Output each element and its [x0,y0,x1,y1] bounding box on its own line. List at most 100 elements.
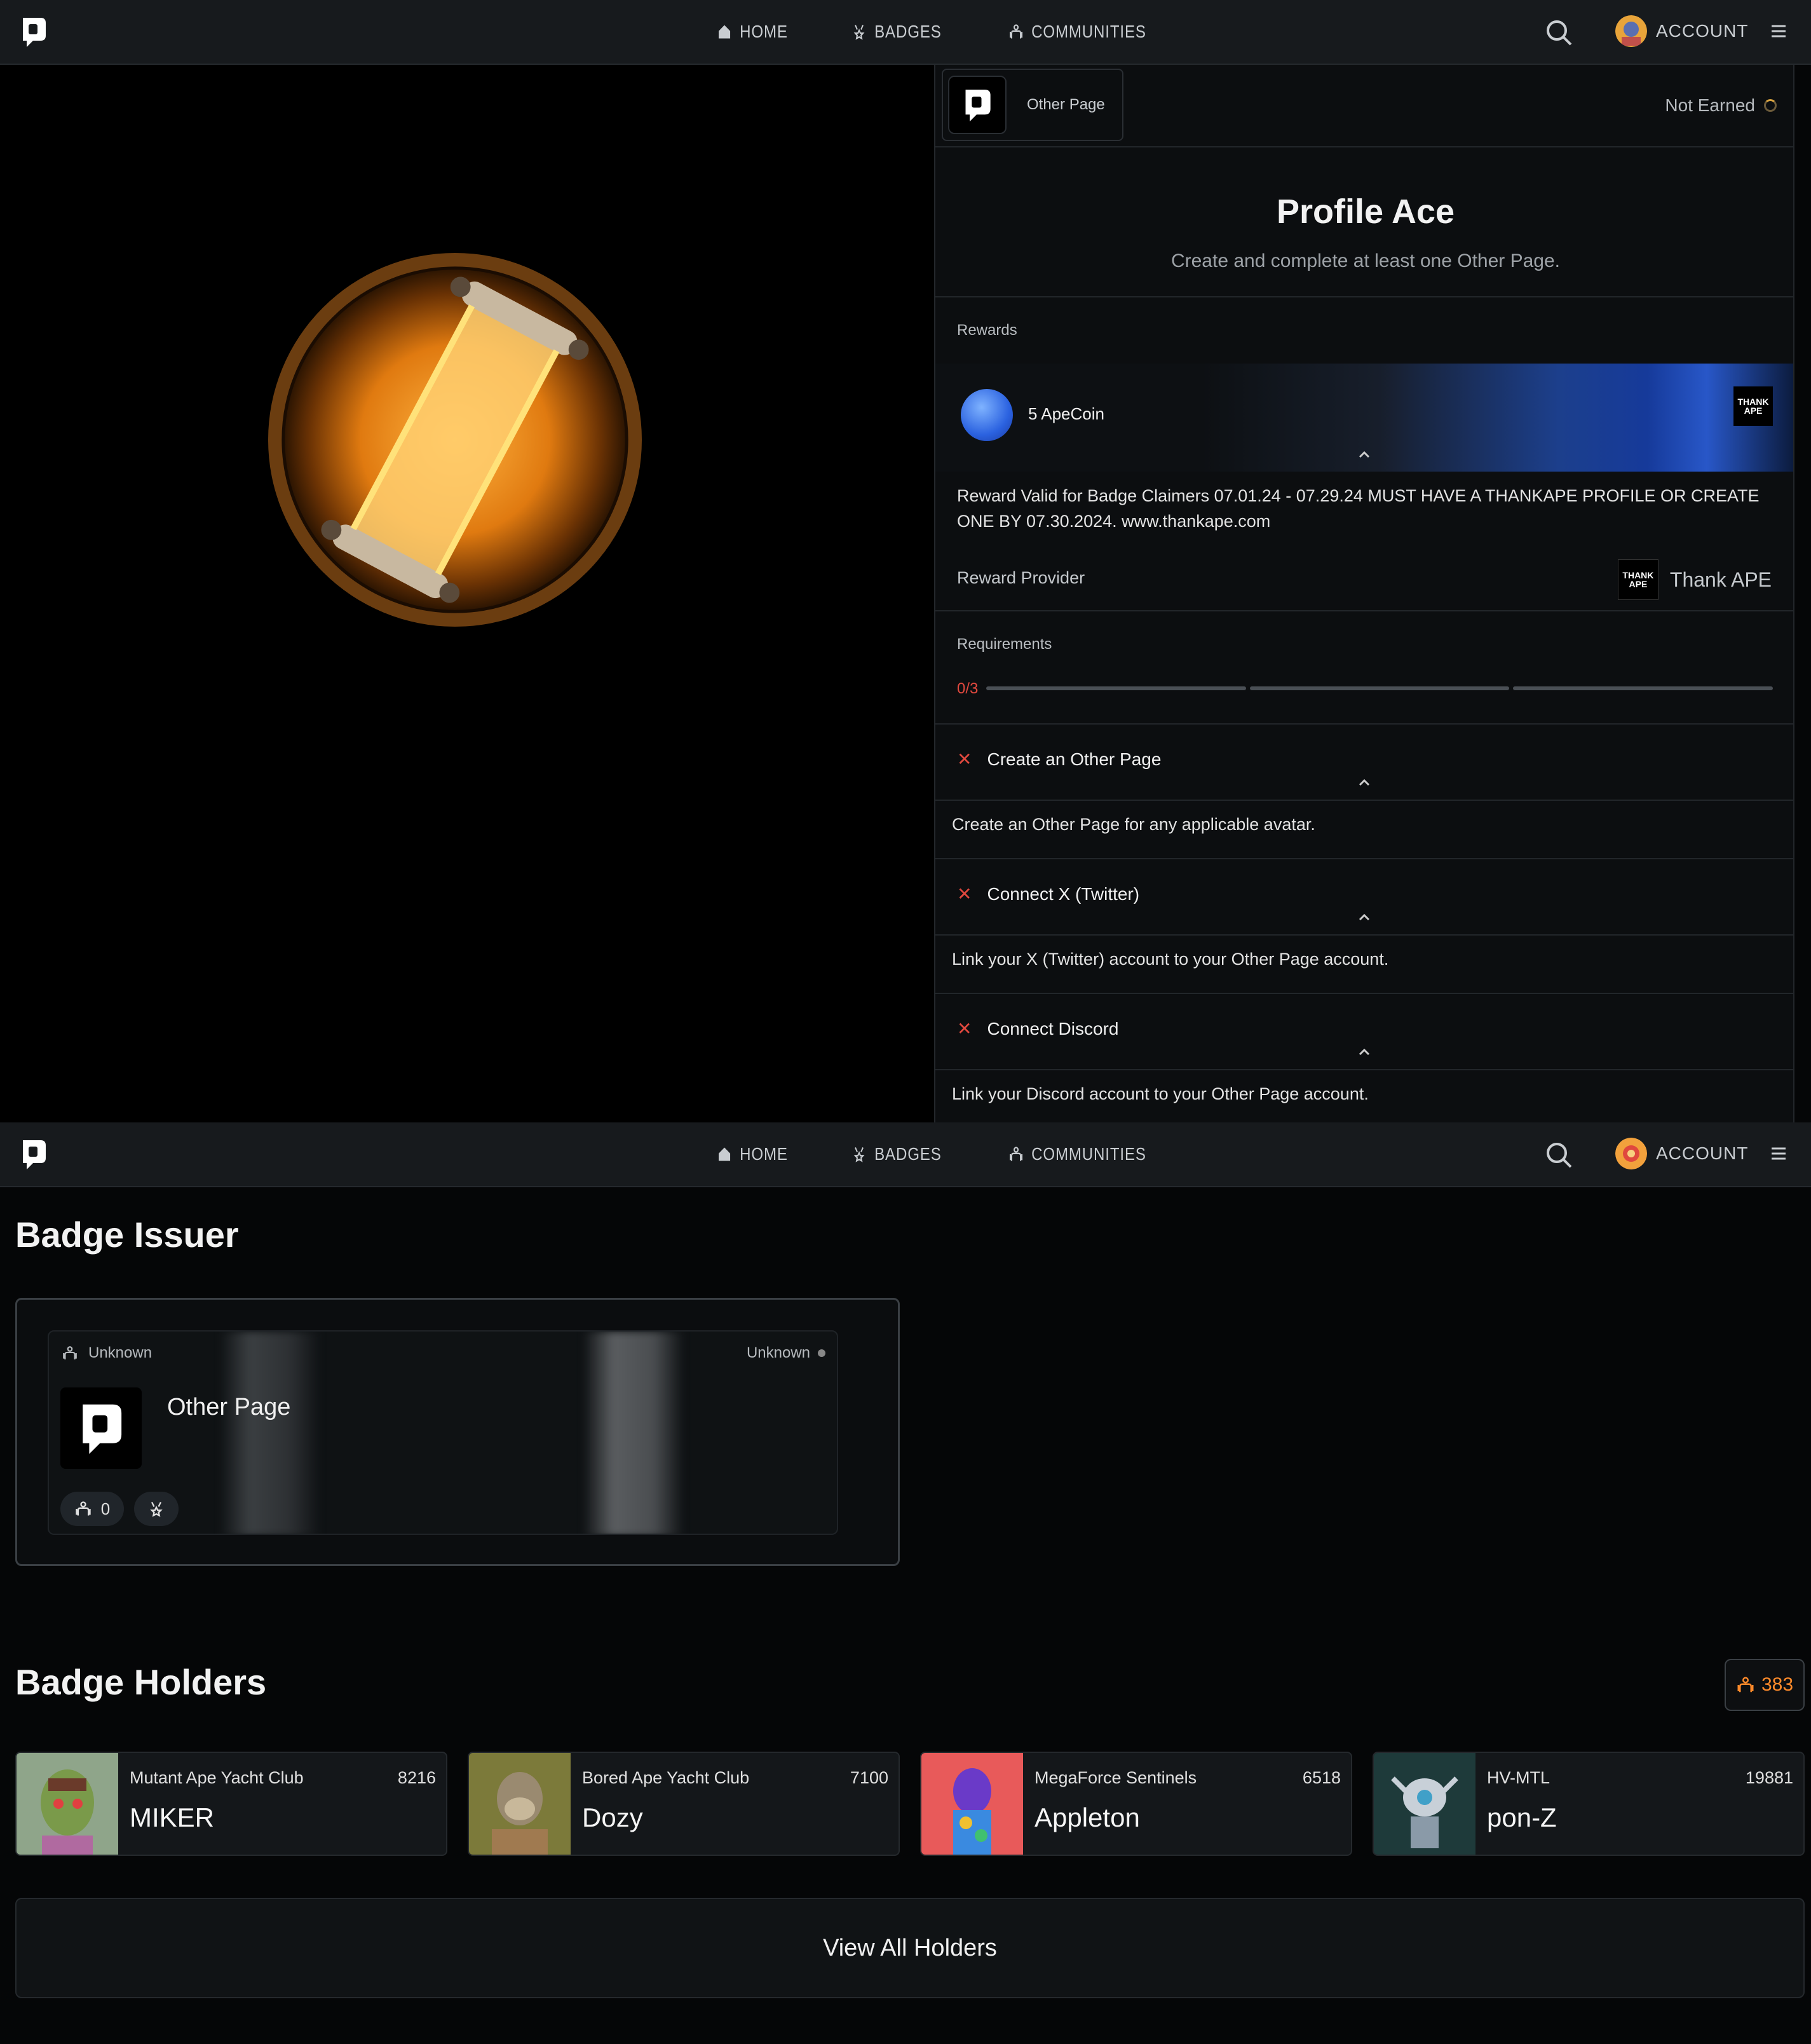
account-label: ACCOUNT [1656,21,1749,41]
thank-ape-logo: THANK APE [1617,559,1658,600]
progress-segment [986,686,1246,690]
other-page-logo-icon[interactable] [19,1138,48,1171]
reward-provider[interactable]: THANK APE Thank APE [1617,559,1772,600]
close-icon: ✕ [957,1019,972,1039]
requirement-item-header[interactable]: ✕ Create an Other Page [957,749,1161,770]
holder-token-number: 19881 [1745,1768,1793,1787]
communities-icon [1009,1147,1022,1161]
holder-card[interactable]: MegaForce Sentinels 6518 Appleton [920,1752,1352,1856]
divider [935,296,1793,297]
thank-ape-logo: THANK APE [1733,386,1773,426]
holder-card[interactable]: Mutant Ape Yacht Club 8216 MIKER [15,1752,447,1856]
holder-collection: Mutant Ape Yacht Club [130,1768,304,1787]
holder-token-number: 6518 [1302,1768,1341,1787]
close-icon: ✕ [957,749,972,769]
issuer-category-label: Unknown [88,1344,153,1361]
nav-communities[interactable]: COMMUNITIES [1008,22,1146,42]
communities-icon [1009,24,1022,39]
members-count-pill[interactable]: 0 [60,1492,124,1526]
holder-avatar [1374,1753,1475,1855]
reward-amount: 5 ApeCoin [1028,404,1104,423]
badge-image-area [0,65,934,1122]
divider [935,1069,1793,1070]
holder-avatar [469,1753,571,1855]
holder-collection: MegaForce Sentinels [1034,1768,1197,1787]
close-icon: ✕ [957,884,972,904]
communities-icon [63,1346,77,1359]
requirement-title: Connect X (Twitter) [987,883,1140,904]
top-navbar: HOME BADGES COMMUNITIES ACCOUNT [0,0,1811,65]
account-label: ACCOUNT [1656,1143,1749,1163]
hamburger-menu-icon[interactable] [1769,1144,1788,1163]
issuer-status: Unknown [747,1344,825,1362]
other-page-logo-icon [60,1387,142,1469]
badge-details-panel: Other Page Not Earned Profile Ace Create… [934,65,1794,1122]
holder-token-number: 8216 [397,1768,436,1787]
badge-holders-heading: Badge Holders [15,1662,267,1702]
home-icon [719,25,731,39]
nav-home[interactable]: HOME [717,1144,788,1164]
progress-segment [1513,686,1774,690]
search-icon[interactable] [1544,1140,1573,1169]
issuer-card[interactable]: Unknown Unknown Other Page 0 [15,1298,900,1566]
nav-home-label: HOME [740,1144,788,1164]
requirement-item-header[interactable]: ✕ Connect X (Twitter) [957,883,1139,904]
view-all-holders-button[interactable]: View All Holders [15,1898,1805,1998]
nav-communities-label: COMMUNITIES [1031,1144,1146,1164]
divider [935,723,1793,725]
reward-card[interactable]: 5 ApeCoin THANK APE [935,364,1793,472]
chevron-up-icon[interactable] [1357,1045,1371,1059]
holder-avatar [17,1753,118,1855]
rewards-label: Rewards [957,322,1017,339]
divider [935,610,1793,611]
nav-home[interactable]: HOME [717,22,788,42]
chevron-up-icon[interactable] [1357,775,1371,789]
nav-badges[interactable]: BADGES [851,22,942,42]
nav-badges[interactable]: BADGES [851,1144,942,1164]
nav-communities-label: COMMUNITIES [1031,22,1146,41]
chevron-up-icon[interactable] [1357,447,1371,461]
divider [935,934,1793,936]
chevron-up-icon[interactable] [1357,910,1371,924]
requirement-description: Create an Other Page for any applicable … [952,815,1315,834]
nav-badges-label: BADGES [874,22,942,41]
badge-subtitle: Create and complete at least one Other P… [1170,250,1561,271]
account-avatar [1615,1138,1647,1169]
badge-icon [853,24,865,40]
account-avatar [1615,15,1647,47]
requirement-item-header[interactable]: ✕ Connect Discord [957,1018,1118,1039]
divider [935,800,1793,801]
top-navbar: HOME BADGES COMMUNITIES ACCOUNT [0,1122,1811,1187]
other-page-logo-icon[interactable] [19,15,48,48]
issuer-community-card[interactable]: Unknown Unknown Other Page 0 [48,1330,838,1535]
holder-token-number: 7100 [850,1768,888,1787]
status-dot-icon [818,1349,825,1357]
holder-collection: Bored Ape Yacht Club [582,1768,750,1787]
issuer-category: Unknown [62,1344,152,1362]
hamburger-menu-icon[interactable] [1769,22,1788,41]
nav-communities[interactable]: COMMUNITIES [1008,1144,1146,1164]
issuer-chip-label: Other Page [1027,96,1105,113]
members-count: 0 [100,1499,111,1518]
badge-icon [150,1501,163,1517]
divider [935,146,1793,147]
search-icon[interactable] [1544,18,1573,47]
account-button[interactable]: ACCOUNT [1615,1138,1748,1169]
holder-name: pon-Z [1487,1802,1557,1832]
account-button[interactable]: ACCOUNT [1615,15,1748,47]
loading-ring-icon [1764,99,1777,112]
divider [935,858,1793,859]
issuer-chip[interactable]: Other Page [942,69,1123,141]
holder-card[interactable]: HV-MTL 19881 pon-Z [1373,1752,1805,1856]
issuer-name: Other Page [167,1394,291,1421]
reward-description: Reward Valid for Badge Claimers 07.01.24… [957,486,1760,531]
requirement-description: Link your X (Twitter) account to your Ot… [952,950,1389,969]
requirement-title: Create an Other Page [987,749,1162,769]
holder-card[interactable]: Bored Ape Yacht Club 7100 Dozy [468,1752,900,1856]
communities-icon [1737,1677,1754,1693]
holders-count-badge[interactable]: 383 [1725,1659,1805,1711]
badges-pill[interactable] [134,1492,179,1526]
reward-provider-name: Thank APE [1669,568,1772,591]
progress-segment [1249,686,1510,690]
holder-avatar [921,1753,1023,1855]
